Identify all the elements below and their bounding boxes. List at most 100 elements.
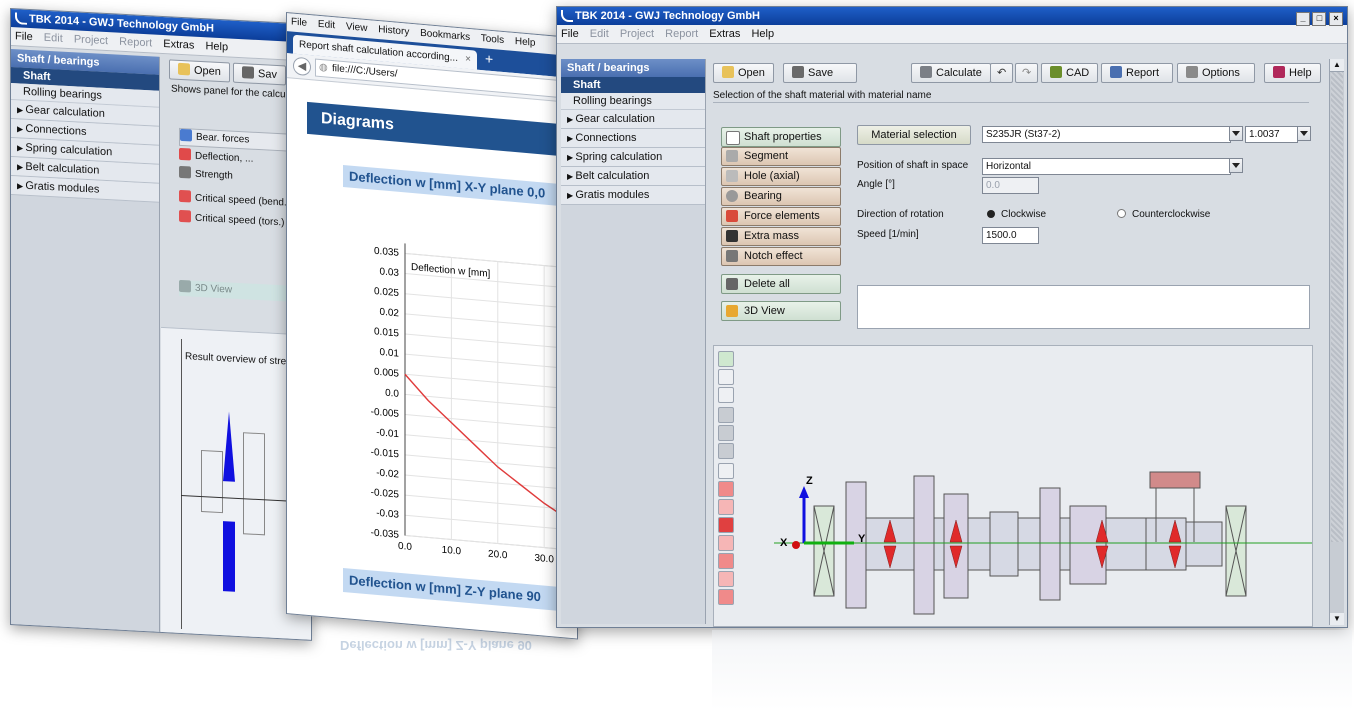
browser-menu-tools[interactable]: Tools bbox=[481, 33, 504, 46]
shaft-properties-button[interactable]: Shaft properties bbox=[721, 127, 841, 147]
vertical-scrollbar[interactable]: ▲ ▼ bbox=[1329, 59, 1344, 625]
close-icon[interactable]: × bbox=[1329, 12, 1343, 26]
menu-edit[interactable]: Edit bbox=[590, 28, 609, 40]
notch-label: Notch effect bbox=[744, 250, 803, 262]
position-dropdown-icon[interactable] bbox=[1229, 158, 1243, 173]
back-critical-tors-button[interactable]: Critical speed (tors.) bbox=[179, 209, 284, 232]
undo-button[interactable]: ↶ bbox=[990, 63, 1014, 83]
back-menu-project[interactable]: Project bbox=[74, 33, 108, 47]
speed-label: Speed [1/min] bbox=[857, 229, 919, 240]
clockwise-radio[interactable]: Clockwise bbox=[987, 209, 1046, 220]
tab-close-icon[interactable]: × bbox=[465, 50, 471, 70]
material-number-dropdown-icon[interactable] bbox=[1297, 126, 1311, 141]
back-open-button[interactable]: Open bbox=[169, 59, 230, 83]
help-button[interactable]: Help bbox=[1264, 63, 1321, 83]
view-cube-1-icon[interactable] bbox=[718, 481, 734, 497]
sidebar-item-belt[interactable]: Belt calculation bbox=[561, 167, 705, 186]
scroll-down-icon[interactable]: ▼ bbox=[1330, 613, 1344, 625]
globe-icon: ◍ bbox=[319, 61, 328, 74]
scroll-up-icon[interactable]: ▲ bbox=[1330, 59, 1344, 72]
back-menu-report[interactable]: Report bbox=[119, 36, 152, 50]
scroll-thumb[interactable] bbox=[1331, 72, 1343, 542]
browser-reflection-text: Deflection w [mm] Z-Y plane 90 bbox=[340, 638, 532, 653]
back-menu-help[interactable]: Help bbox=[205, 40, 228, 53]
back-strength-button[interactable]: Strength bbox=[179, 165, 233, 185]
options-button[interactable]: Options bbox=[1177, 63, 1255, 83]
material-number-select[interactable]: 1.0037 bbox=[1245, 126, 1298, 143]
speed-field[interactable]: 1500.0 bbox=[982, 227, 1039, 244]
view-top-icon[interactable] bbox=[718, 443, 734, 459]
zoom-icon[interactable] bbox=[718, 369, 734, 385]
browser-menu-file[interactable]: File bbox=[291, 16, 307, 28]
view-cube-5-icon[interactable] bbox=[718, 553, 734, 569]
view-cube-2-icon[interactable] bbox=[718, 499, 734, 515]
view-side-icon[interactable] bbox=[718, 425, 734, 441]
hole-axial-button[interactable]: Hole (axial) bbox=[721, 167, 841, 186]
position-select[interactable]: Horizontal bbox=[982, 158, 1231, 175]
sidebar-item-gear[interactable]: Gear calculation bbox=[561, 110, 705, 129]
sidebar-item-connections[interactable]: Connections bbox=[561, 129, 705, 148]
back-menu-file[interactable]: File bbox=[15, 30, 33, 43]
extra-mass-button[interactable]: Extra mass bbox=[721, 227, 841, 246]
front-menubar: File Edit Project Report Extras Help bbox=[557, 25, 1347, 44]
browser-menu-history[interactable]: History bbox=[378, 24, 409, 38]
sidebar-item-shaft[interactable]: Shaft bbox=[561, 77, 705, 93]
chart-y-tick-label: -0.015 bbox=[371, 447, 400, 460]
back-critical-bend-button[interactable]: Critical speed (bend. bbox=[179, 189, 287, 212]
trash-icon bbox=[726, 278, 738, 290]
chart-y-tick-label: 0.035 bbox=[374, 246, 399, 259]
info-textarea[interactable] bbox=[857, 285, 1310, 329]
back-3d-view-button[interactable]: 3D View bbox=[179, 279, 299, 303]
redo-button[interactable]: ↷ bbox=[1015, 63, 1039, 83]
report-button[interactable]: Report bbox=[1101, 63, 1173, 83]
counterclockwise-radio[interactable]: Counterclockwise bbox=[1117, 209, 1210, 220]
angle-field[interactable]: 0.0 bbox=[982, 177, 1039, 194]
back-deflection-button[interactable]: Deflection, ... bbox=[179, 147, 253, 168]
minimize-icon[interactable]: _ bbox=[1295, 12, 1310, 26]
browser-menu-view[interactable]: View bbox=[346, 21, 368, 34]
back-save-button[interactable]: Sav bbox=[233, 62, 286, 86]
sidebar-item-gratis[interactable]: Gratis modules bbox=[561, 186, 705, 205]
menu-project[interactable]: Project bbox=[620, 28, 654, 40]
menu-extras[interactable]: Extras bbox=[709, 28, 740, 40]
back-arrow-icon[interactable]: ◀ bbox=[293, 56, 311, 77]
material-select[interactable]: S235JR (St37-2) bbox=[982, 126, 1231, 143]
force-elements-button[interactable]: Force elements bbox=[721, 207, 841, 226]
material-selection-button[interactable]: Material selection bbox=[857, 125, 971, 145]
cad-button[interactable]: CAD bbox=[1041, 63, 1099, 83]
speed-value: 1500.0 bbox=[986, 230, 1017, 241]
view-cube-7-icon[interactable] bbox=[718, 589, 734, 605]
zoom-fit-icon[interactable] bbox=[718, 351, 734, 367]
view-cube-3-icon[interactable] bbox=[718, 517, 734, 533]
browser-menu-help[interactable]: Help bbox=[515, 36, 536, 49]
3d-view-button[interactable]: 3D View bbox=[721, 301, 841, 321]
browser-menu-edit[interactable]: Edit bbox=[318, 19, 335, 32]
view-cube-4-icon[interactable] bbox=[718, 535, 734, 551]
notch-effect-button[interactable]: Notch effect bbox=[721, 247, 841, 266]
view-front-icon[interactable] bbox=[718, 407, 734, 423]
back-menu-edit[interactable]: Edit bbox=[44, 32, 63, 45]
view-cube-6-icon[interactable] bbox=[718, 571, 734, 587]
menu-help[interactable]: Help bbox=[751, 28, 774, 40]
calculate-button[interactable]: Calculate bbox=[911, 63, 991, 83]
shaft-view-panel[interactable]: Z X Y bbox=[713, 345, 1313, 627]
menu-report[interactable]: Report bbox=[665, 28, 698, 40]
delete-all-button[interactable]: Delete all bbox=[721, 274, 841, 294]
folder-icon bbox=[178, 62, 190, 76]
segment-button[interactable]: Segment bbox=[721, 147, 841, 166]
maximize-icon[interactable]: □ bbox=[1312, 12, 1327, 26]
sidebar-header[interactable]: Shaft / bearings bbox=[561, 59, 705, 77]
browser-menu-bookmarks[interactable]: Bookmarks bbox=[420, 28, 470, 43]
new-tab-icon[interactable]: + bbox=[485, 50, 493, 67]
shaft-properties-icon bbox=[726, 131, 740, 145]
material-dropdown-icon[interactable] bbox=[1229, 126, 1243, 141]
bearing-button[interactable]: Bearing bbox=[721, 187, 841, 206]
pan-hand-icon[interactable] bbox=[718, 387, 734, 403]
open-button[interactable]: Open bbox=[713, 63, 774, 83]
save-button[interactable]: Save bbox=[783, 63, 857, 83]
view-iso-icon[interactable] bbox=[718, 463, 734, 479]
menu-file[interactable]: File bbox=[561, 28, 579, 40]
back-menu-extras[interactable]: Extras bbox=[163, 38, 194, 52]
sidebar-item-spring[interactable]: Spring calculation bbox=[561, 148, 705, 167]
sidebar-item-rolling-bearings[interactable]: Rolling bearings bbox=[561, 93, 705, 110]
